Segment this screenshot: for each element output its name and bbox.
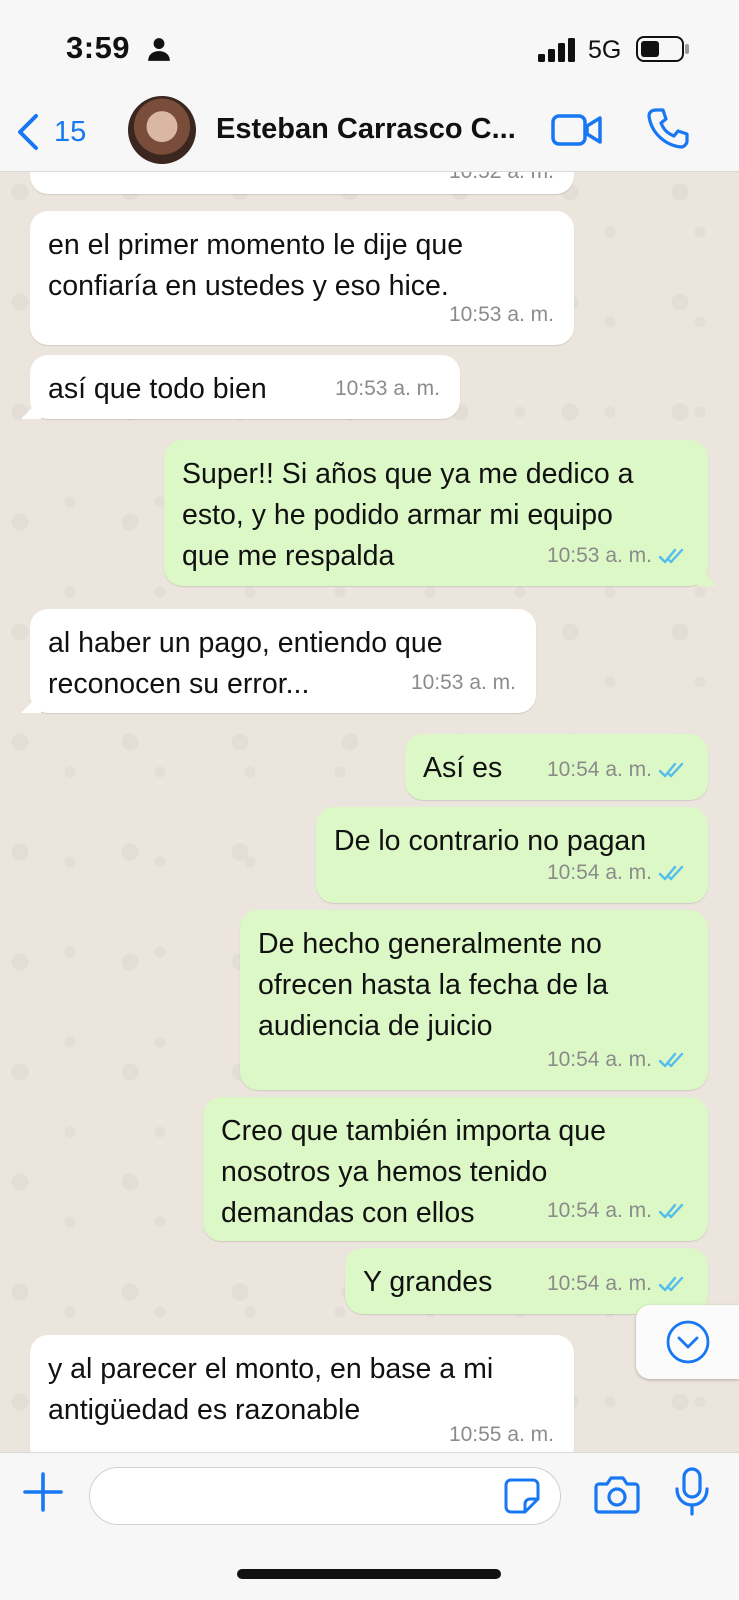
unread-count: 15 <box>54 115 87 148</box>
double-check-icon <box>658 1052 684 1067</box>
status-time: 3:59 <box>66 30 131 65</box>
message-time: 10:53 a. m. <box>546 544 652 567</box>
message-outgoing[interactable]: Creo que también importa que nosotros ya… <box>203 1097 708 1241</box>
message-time: 10:53 a. m. <box>410 671 516 694</box>
message-time: 10:55 a. m. <box>448 1423 554 1446</box>
scroll-to-bottom-button[interactable] <box>636 1305 739 1379</box>
message-meta: 10:52 a. m. <box>449 172 554 192</box>
avatar[interactable] <box>128 96 196 164</box>
message-meta: 10:54 a. m. <box>547 1263 688 1304</box>
message-time: 10:52 a. m. <box>449 172 554 192</box>
message-time: 10:54 a. m. <box>546 1272 652 1295</box>
back-button[interactable]: 15 <box>14 110 94 154</box>
network-type: 5G <box>588 36 622 64</box>
message-meta: 10:54 a. m. <box>547 852 688 893</box>
person-icon <box>148 38 170 61</box>
double-check-icon <box>658 1203 684 1218</box>
message-meta: 10:54 a. m. <box>547 1190 688 1231</box>
message-outgoing[interactable]: De lo contrario no pagan 10:54 a. m. <box>316 807 708 903</box>
message-meta: 10:54 a. m. <box>547 1039 688 1080</box>
message-meta: 10:53 a. m. <box>335 368 440 409</box>
message-outgoing[interactable]: Así es 10:54 a. m. <box>405 734 708 800</box>
message-incoming[interactable]: así que todo bien 10:53 a. m. <box>30 355 460 419</box>
sticker-icon[interactable] <box>503 1477 541 1515</box>
status-bar: 3:59 5G <box>0 0 739 92</box>
double-check-icon <box>658 548 684 563</box>
message-meta: 10:53 a. m. <box>547 535 688 576</box>
chevron-left-icon <box>18 114 38 150</box>
message-outgoing[interactable]: Super!! Si años que ya me dedico a esto,… <box>164 440 708 586</box>
message-incoming[interactable]: 10:52 a. m. <box>30 172 574 194</box>
home-indicator <box>237 1569 501 1579</box>
double-check-icon <box>658 762 684 777</box>
message-incoming[interactable]: al haber un pago, entiendo que reconocen… <box>30 609 536 713</box>
message-input-bar <box>0 1452 739 1600</box>
battery-icon <box>636 36 689 62</box>
message-time: 10:54 a. m. <box>546 1048 652 1071</box>
chat-area[interactable]: 10:52 a. m. en el primer momento le dije… <box>0 172 739 1452</box>
signal-icon <box>538 38 575 62</box>
contact-name[interactable]: Esteban Carrasco C... <box>216 113 528 146</box>
message-time: 10:54 a. m. <box>546 758 652 781</box>
chat-header: 15 Esteban Carrasco C... <box>0 92 739 172</box>
message-incoming[interactable]: en el primer momento le dije que confiar… <box>30 211 574 345</box>
message-meta: 10:55 a. m. <box>449 1414 554 1452</box>
double-check-icon <box>658 865 684 880</box>
message-meta: 10:53 a. m. <box>449 294 554 335</box>
message-outgoing[interactable]: De hecho generalmente no ofrecen hasta l… <box>240 910 708 1090</box>
camera-icon[interactable] <box>594 1473 640 1515</box>
message-meta: 10:53 a. m. <box>411 662 516 703</box>
message-time: 10:54 a. m. <box>546 1199 652 1222</box>
message-time: 10:53 a. m. <box>334 377 440 400</box>
plus-icon[interactable] <box>22 1471 64 1513</box>
message-text: De hecho generalmente no ofrecen hasta l… <box>258 928 609 1042</box>
chevron-down-circle-icon <box>666 1320 709 1364</box>
message-time: 10:54 a. m. <box>546 861 652 884</box>
message-meta: 10:54 a. m. <box>547 749 688 790</box>
message-incoming[interactable]: y al parecer el monto, en base a mi anti… <box>30 1335 574 1452</box>
microphone-icon[interactable] <box>672 1467 712 1517</box>
double-check-icon <box>658 1276 684 1291</box>
phone-icon[interactable] <box>646 106 690 150</box>
video-call-icon[interactable] <box>551 110 603 150</box>
message-input[interactable] <box>89 1467 561 1525</box>
message-time: 10:53 a. m. <box>448 303 554 326</box>
